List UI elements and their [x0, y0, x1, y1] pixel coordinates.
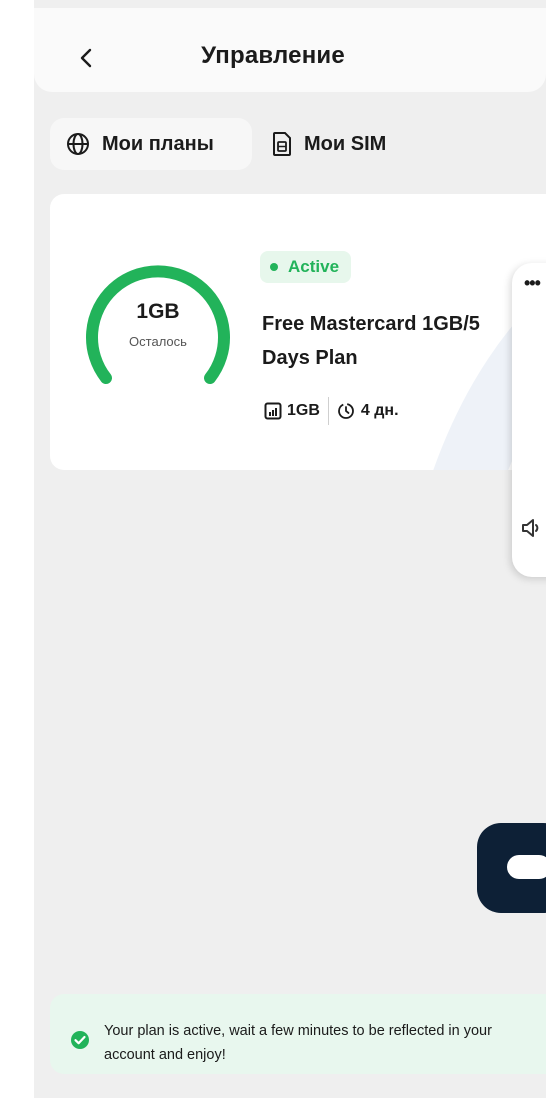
sim-card-icon [273, 132, 291, 156]
status-text: Active [288, 257, 340, 276]
plan-duration: 4 дн. [360, 402, 399, 419]
plan-data-amount: 1GB [287, 402, 320, 419]
page-title: Управление [201, 42, 345, 69]
chat-button[interactable] [477, 823, 546, 913]
globe-icon [67, 133, 89, 155]
gauge-value: 1GB [136, 300, 180, 323]
tab-my-plans[interactable]: Мои планы [50, 118, 252, 170]
more-dots-icon[interactable]: ••• [524, 273, 541, 294]
plan-meta: 1GB 4 дн. [264, 396, 399, 426]
gauge-label: Осталось [129, 334, 187, 349]
timer-icon [338, 403, 354, 419]
status-badge: Active [260, 251, 352, 283]
success-toast: Your plan is active, wait a few minutes … [50, 994, 546, 1074]
tab-my-sims-label: Мои SIM [304, 132, 387, 155]
status-dot-icon [270, 263, 278, 271]
speaker-icon[interactable] [520, 516, 544, 540]
tab-my-plans-label: Мои планы [102, 132, 214, 155]
app-screen: Управление Мои планы Мои SIM 1GB Осталос… [34, 0, 546, 1098]
plan-name-line-1: Free Mastercard 1GB/5 [262, 313, 480, 335]
check-circle-icon [71, 1031, 89, 1049]
plan-name-line-2: Days Plan [262, 347, 358, 369]
meta-divider [327, 397, 329, 425]
tab-my-sims[interactable]: Мои SIM [272, 118, 452, 170]
data-chart-icon [264, 402, 282, 420]
plan-name: Free Mastercard 1GB/5 Days Plan [262, 307, 546, 375]
chat-bubble-icon [507, 855, 546, 879]
plan-card[interactable]: 1GB Осталось Active Free Mastercard 1GB/… [50, 194, 546, 470]
top-bar: Управление [34, 8, 546, 92]
data-remaining-gauge: 1GB Осталось [78, 256, 238, 386]
toast-message: Your plan is active, wait a few minutes … [104, 1023, 492, 1063]
floating-side-panel: ••• [512, 263, 546, 577]
